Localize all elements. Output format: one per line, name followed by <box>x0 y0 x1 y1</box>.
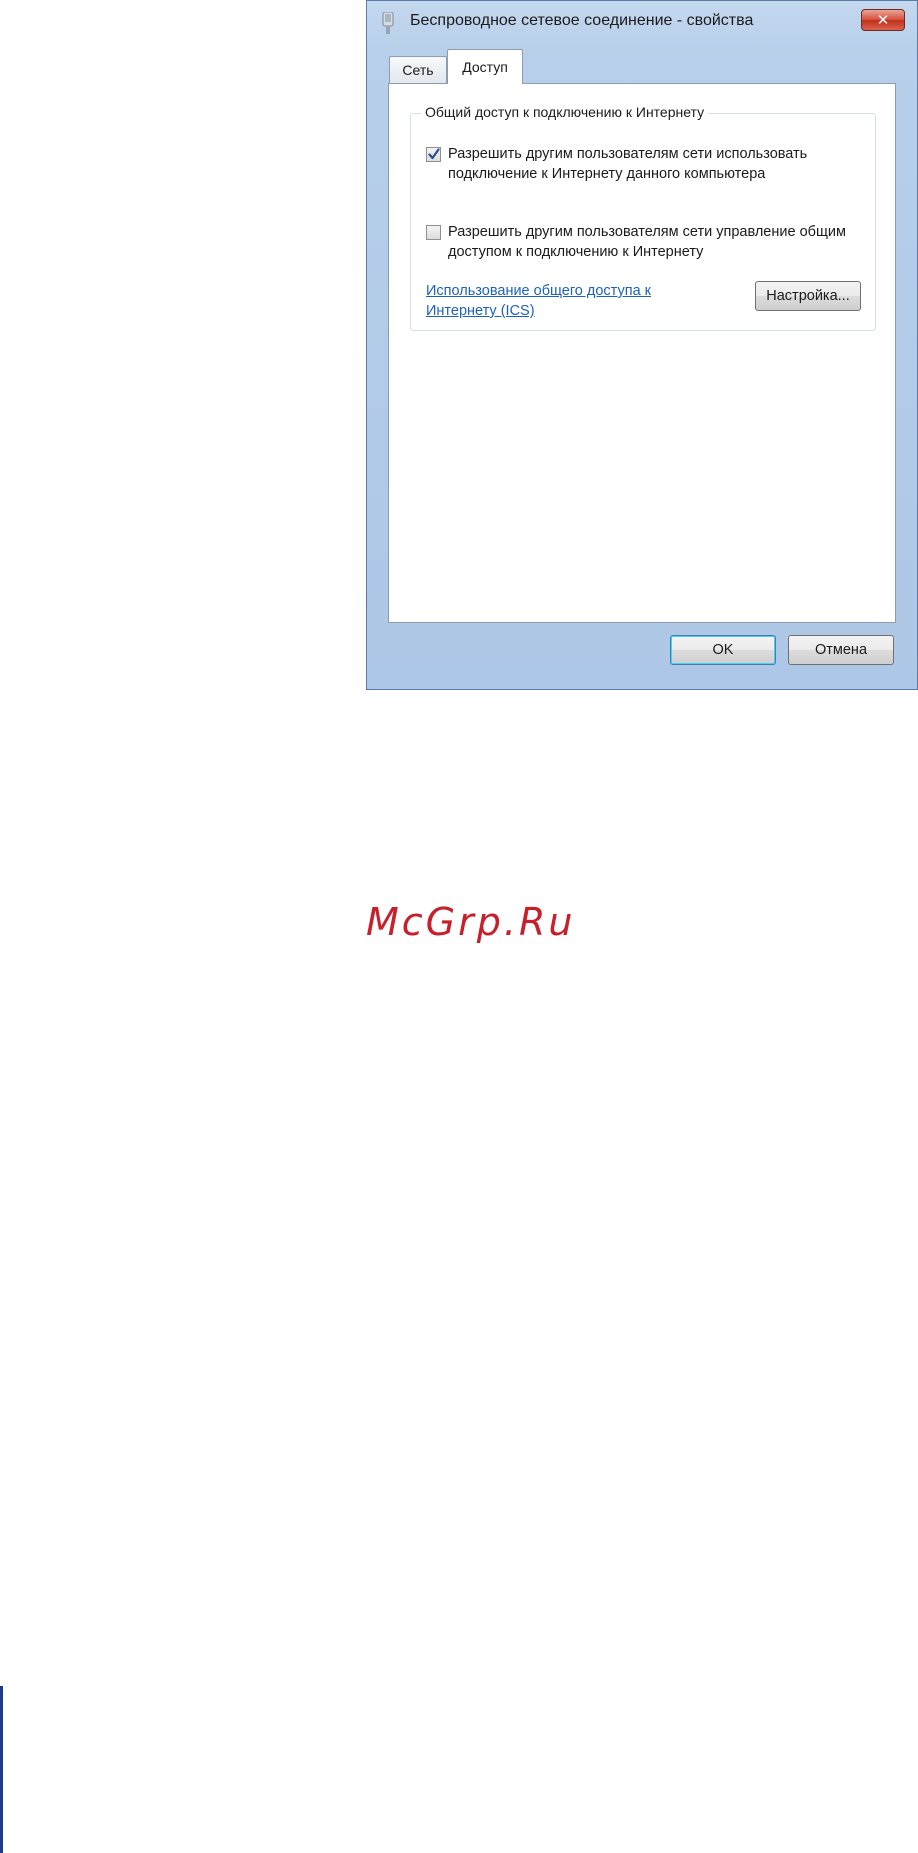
settings-button[interactable]: Настройка... <box>755 281 861 311</box>
network-adapter-icon <box>382 12 394 34</box>
tab-access-label: Доступ <box>462 59 508 75</box>
tab-access[interactable]: Доступ <box>447 49 523 84</box>
cancel-button[interactable]: Отмена <box>788 635 894 665</box>
tab-content-panel: Общий доступ к подключению к Интернету Р… <box>388 83 896 623</box>
allow-sharing-label[interactable]: Разрешить другим пользователям сети испо… <box>448 144 868 184</box>
allow-sharing-checkbox[interactable] <box>426 147 441 162</box>
page-edge-line <box>0 1686 3 1853</box>
ics-group: Общий доступ к подключению к Интернету Р… <box>410 104 876 331</box>
window-title: Беспроводное сетевое соединение - свойст… <box>410 12 754 29</box>
tab-network[interactable]: Сеть <box>389 56 447 83</box>
watermark-logo: McGrp.Ru <box>366 900 576 944</box>
allow-control-label[interactable]: Разрешить другим пользователям сети упра… <box>448 222 868 262</box>
close-icon: ✕ <box>876 12 890 29</box>
ics-help-link[interactable]: Использование общего доступа к Интернету… <box>426 281 716 321</box>
allow-control-checkbox[interactable] <box>426 225 441 240</box>
title-bar[interactable]: Беспроводное сетевое соединение - свойст… <box>367 1 917 43</box>
checkmark-icon <box>428 148 440 160</box>
properties-dialog: Беспроводное сетевое соединение - свойст… <box>366 0 918 690</box>
ics-group-legend: Общий доступ к подключению к Интернету <box>421 104 709 120</box>
tab-network-label: Сеть <box>402 62 434 78</box>
close-button[interactable]: ✕ <box>861 9 905 31</box>
ok-button[interactable]: OK <box>670 635 776 665</box>
